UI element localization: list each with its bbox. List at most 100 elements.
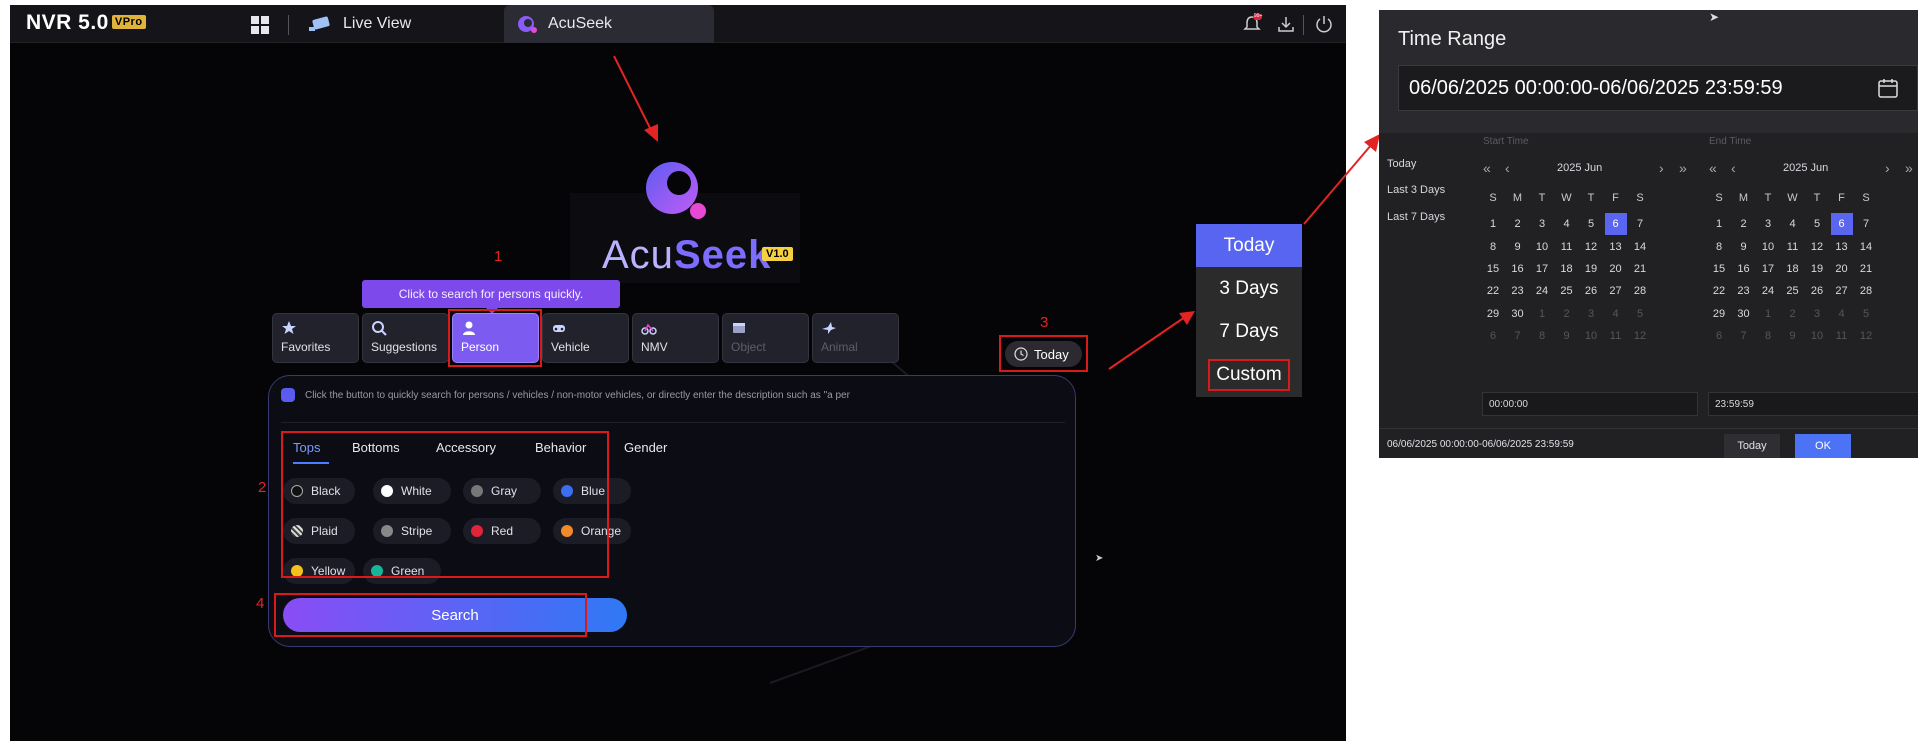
calendar-day[interactable]: 6 (1830, 213, 1853, 236)
calendar-day[interactable]: 4 (1782, 213, 1804, 235)
calendar-day[interactable]: 8 (1708, 236, 1730, 258)
calendar-day[interactable]: 30 (1733, 303, 1755, 325)
calendar-day[interactable]: 10 (1580, 325, 1602, 347)
calendar-day[interactable]: 27 (1831, 280, 1853, 302)
calendar-day[interactable]: 19 (1806, 258, 1828, 280)
app-grid-icon[interactable] (250, 15, 270, 35)
category-animal[interactable]: Animal (812, 313, 899, 363)
prev-year-icon[interactable]: « (1483, 160, 1491, 176)
calendar-day[interactable]: 10 (1757, 236, 1779, 258)
calendar-day[interactable]: 7 (1629, 213, 1651, 235)
calendar-day[interactable]: 14 (1855, 236, 1877, 258)
calendar-day[interactable]: 8 (1482, 236, 1504, 258)
calendar-day[interactable]: 6 (1708, 325, 1730, 347)
calendar-day[interactable]: 18 (1556, 258, 1578, 280)
calendar-day[interactable]: 1 (1531, 303, 1553, 325)
category-object[interactable]: Object (722, 313, 809, 363)
category-suggestions[interactable]: Suggestions (362, 313, 449, 363)
preset-today[interactable]: Today (1387, 158, 1416, 170)
preset-last-3-days[interactable]: Last 3 Days (1387, 184, 1445, 196)
end-time-input[interactable]: 23:59:59 (1708, 392, 1918, 416)
category-vehicle[interactable]: Vehicle (542, 313, 629, 363)
calendar-day[interactable]: 2 (1507, 213, 1529, 235)
calendar-day[interactable]: 20 (1605, 258, 1627, 280)
quick-item-7-days[interactable]: 7 Days (1196, 310, 1302, 353)
calendar-day[interactable]: 5 (1580, 213, 1602, 235)
calendar-day[interactable]: 15 (1708, 258, 1730, 280)
category-favorites[interactable]: Favorites (272, 313, 359, 363)
prev-year-icon[interactable]: « (1709, 160, 1717, 176)
calendar-day[interactable]: 3 (1757, 213, 1779, 235)
calendar-day[interactable]: 20 (1831, 258, 1853, 280)
calendar-day[interactable]: 7 (1507, 325, 1529, 347)
tab-live-view[interactable]: Live View (295, 5, 475, 43)
next-year-icon[interactable]: » (1679, 160, 1687, 176)
start-time-input[interactable]: 00:00:00 (1482, 392, 1698, 416)
calendar-day[interactable]: 8 (1531, 325, 1553, 347)
calendar-day[interactable]: 9 (1733, 236, 1755, 258)
calendar-day[interactable]: 7 (1733, 325, 1755, 347)
calendar-day[interactable]: 9 (1556, 325, 1578, 347)
calendar-day[interactable]: 22 (1482, 280, 1504, 302)
category-nmv[interactable]: NMV (632, 313, 719, 363)
calendar-day[interactable]: 10 (1806, 325, 1828, 347)
calendar-day[interactable]: 1 (1708, 213, 1730, 235)
calendar-day[interactable]: 17 (1757, 258, 1779, 280)
calendar-day[interactable]: 16 (1507, 258, 1529, 280)
calendar-day[interactable]: 26 (1580, 280, 1602, 302)
calendar-day[interactable]: 29 (1708, 303, 1730, 325)
next-year-icon[interactable]: » (1905, 160, 1913, 176)
calendar-day[interactable]: 15 (1482, 258, 1504, 280)
calendar-day[interactable]: 11 (1556, 236, 1578, 258)
calendar-day[interactable]: 22 (1708, 280, 1730, 302)
calendar-day[interactable]: 18 (1782, 258, 1804, 280)
calendar-day[interactable]: 13 (1831, 236, 1853, 258)
next-month-icon[interactable]: › (1885, 160, 1890, 176)
ok-button[interactable]: OK (1795, 434, 1851, 458)
calendar-day[interactable]: 8 (1757, 325, 1779, 347)
quick-item-3-days[interactable]: 3 Days (1196, 267, 1302, 310)
time-range-input[interactable]: 06/06/2025 00:00:00-06/06/2025 23:59:59 (1398, 65, 1918, 111)
calendar-day[interactable]: 13 (1605, 236, 1627, 258)
calendar-day[interactable]: 19 (1580, 258, 1602, 280)
download-icon[interactable] (1276, 14, 1296, 34)
calendar-day[interactable]: 12 (1580, 236, 1602, 258)
calendar-day[interactable]: 12 (1629, 325, 1651, 347)
tab-acuseek[interactable]: AcuSeek (504, 5, 714, 43)
calendar-day[interactable]: 29 (1482, 303, 1504, 325)
calendar-day[interactable]: 23 (1733, 280, 1755, 302)
calendar-day[interactable]: 12 (1855, 325, 1877, 347)
today-button[interactable]: Today (1724, 434, 1780, 458)
calendar-day[interactable]: 24 (1757, 280, 1779, 302)
calendar-day[interactable]: 27 (1605, 280, 1627, 302)
calendar-day[interactable]: 21 (1855, 258, 1877, 280)
calendar-day[interactable]: 30 (1507, 303, 1529, 325)
calendar-icon[interactable] (1877, 77, 1899, 99)
calendar-day[interactable]: 11 (1782, 236, 1804, 258)
calendar-day[interactable]: 1 (1482, 213, 1504, 235)
calendar-day[interactable]: 12 (1806, 236, 1828, 258)
calendar-day[interactable]: 14 (1629, 236, 1651, 258)
power-icon[interactable] (1314, 14, 1334, 34)
calendar-day[interactable]: 4 (1831, 303, 1853, 325)
calendar-day[interactable]: 9 (1507, 236, 1529, 258)
calendar-day[interactable]: 9 (1782, 325, 1804, 347)
calendar-day[interactable]: 4 (1605, 303, 1627, 325)
calendar-day[interactable]: 16 (1733, 258, 1755, 280)
calendar-day[interactable]: 3 (1531, 213, 1553, 235)
calendar-day[interactable]: 26 (1806, 280, 1828, 302)
calendar-day[interactable]: 4 (1556, 213, 1578, 235)
calendar-day[interactable]: 3 (1580, 303, 1602, 325)
calendar-day[interactable]: 17 (1531, 258, 1553, 280)
calendar-day[interactable]: 3 (1806, 303, 1828, 325)
calendar-day[interactable]: 2 (1556, 303, 1578, 325)
calendar-day[interactable]: 28 (1629, 280, 1651, 302)
calendar-day[interactable]: 6 (1482, 325, 1504, 347)
calendar-day[interactable]: 25 (1556, 280, 1578, 302)
calendar-day[interactable]: 6 (1604, 213, 1627, 236)
calendar-day[interactable]: 28 (1855, 280, 1877, 302)
calendar-day[interactable]: 21 (1629, 258, 1651, 280)
calendar-day[interactable]: 23 (1507, 280, 1529, 302)
search-hint[interactable]: Click the button to quickly search for p… (281, 388, 850, 402)
calendar-day[interactable]: 25 (1782, 280, 1804, 302)
